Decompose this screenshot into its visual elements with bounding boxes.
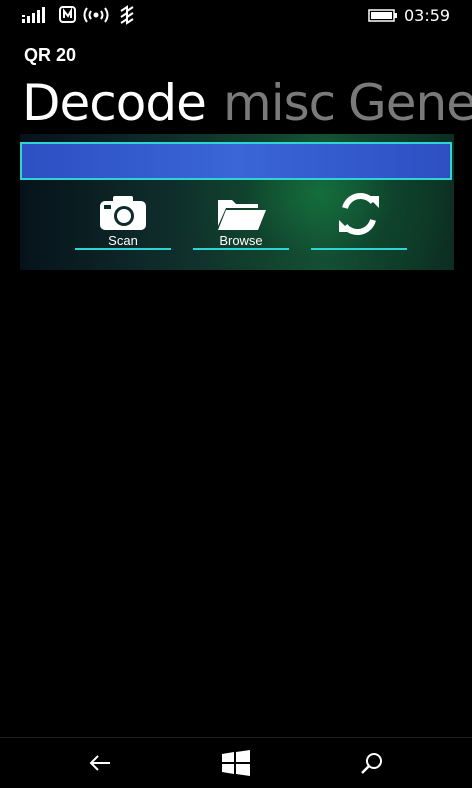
app-title: QR 20 (24, 45, 77, 65)
back-arrow-icon (89, 755, 110, 771)
browse-label: Browse (219, 233, 263, 248)
refresh-icon (339, 193, 379, 235)
tab-misc[interactable]: misc (223, 72, 336, 134)
signal-icon (22, 7, 45, 23)
windows-start-icon (222, 750, 250, 776)
status-bar: 03:59 (0, 0, 472, 30)
tab-decode[interactable]: Decode (22, 72, 207, 134)
data-icon (120, 5, 134, 25)
decode-result-field[interactable] (20, 142, 452, 180)
folder-open-icon (218, 200, 266, 230)
start-button[interactable] (216, 748, 256, 778)
refresh-underline (311, 248, 407, 250)
hotspot-icon (83, 7, 109, 23)
browse-button[interactable]: Browse (193, 190, 289, 252)
scan-button[interactable]: Scan (75, 190, 171, 252)
nfc-icon (59, 6, 76, 23)
refresh-button[interactable] (311, 190, 407, 252)
pivot-header: Decode misc Gene (0, 72, 472, 136)
scan-label: Scan (108, 233, 138, 248)
back-button[interactable] (80, 748, 120, 778)
scan-underline (75, 248, 171, 250)
battery-icon (368, 9, 397, 22)
search-button[interactable] (352, 748, 392, 778)
navigation-bar (0, 737, 472, 788)
search-icon (361, 753, 382, 774)
browse-underline (193, 248, 289, 250)
status-time: 03:59 (404, 6, 451, 25)
camera-icon (100, 196, 146, 230)
tab-generate[interactable]: Gene (348, 72, 472, 134)
